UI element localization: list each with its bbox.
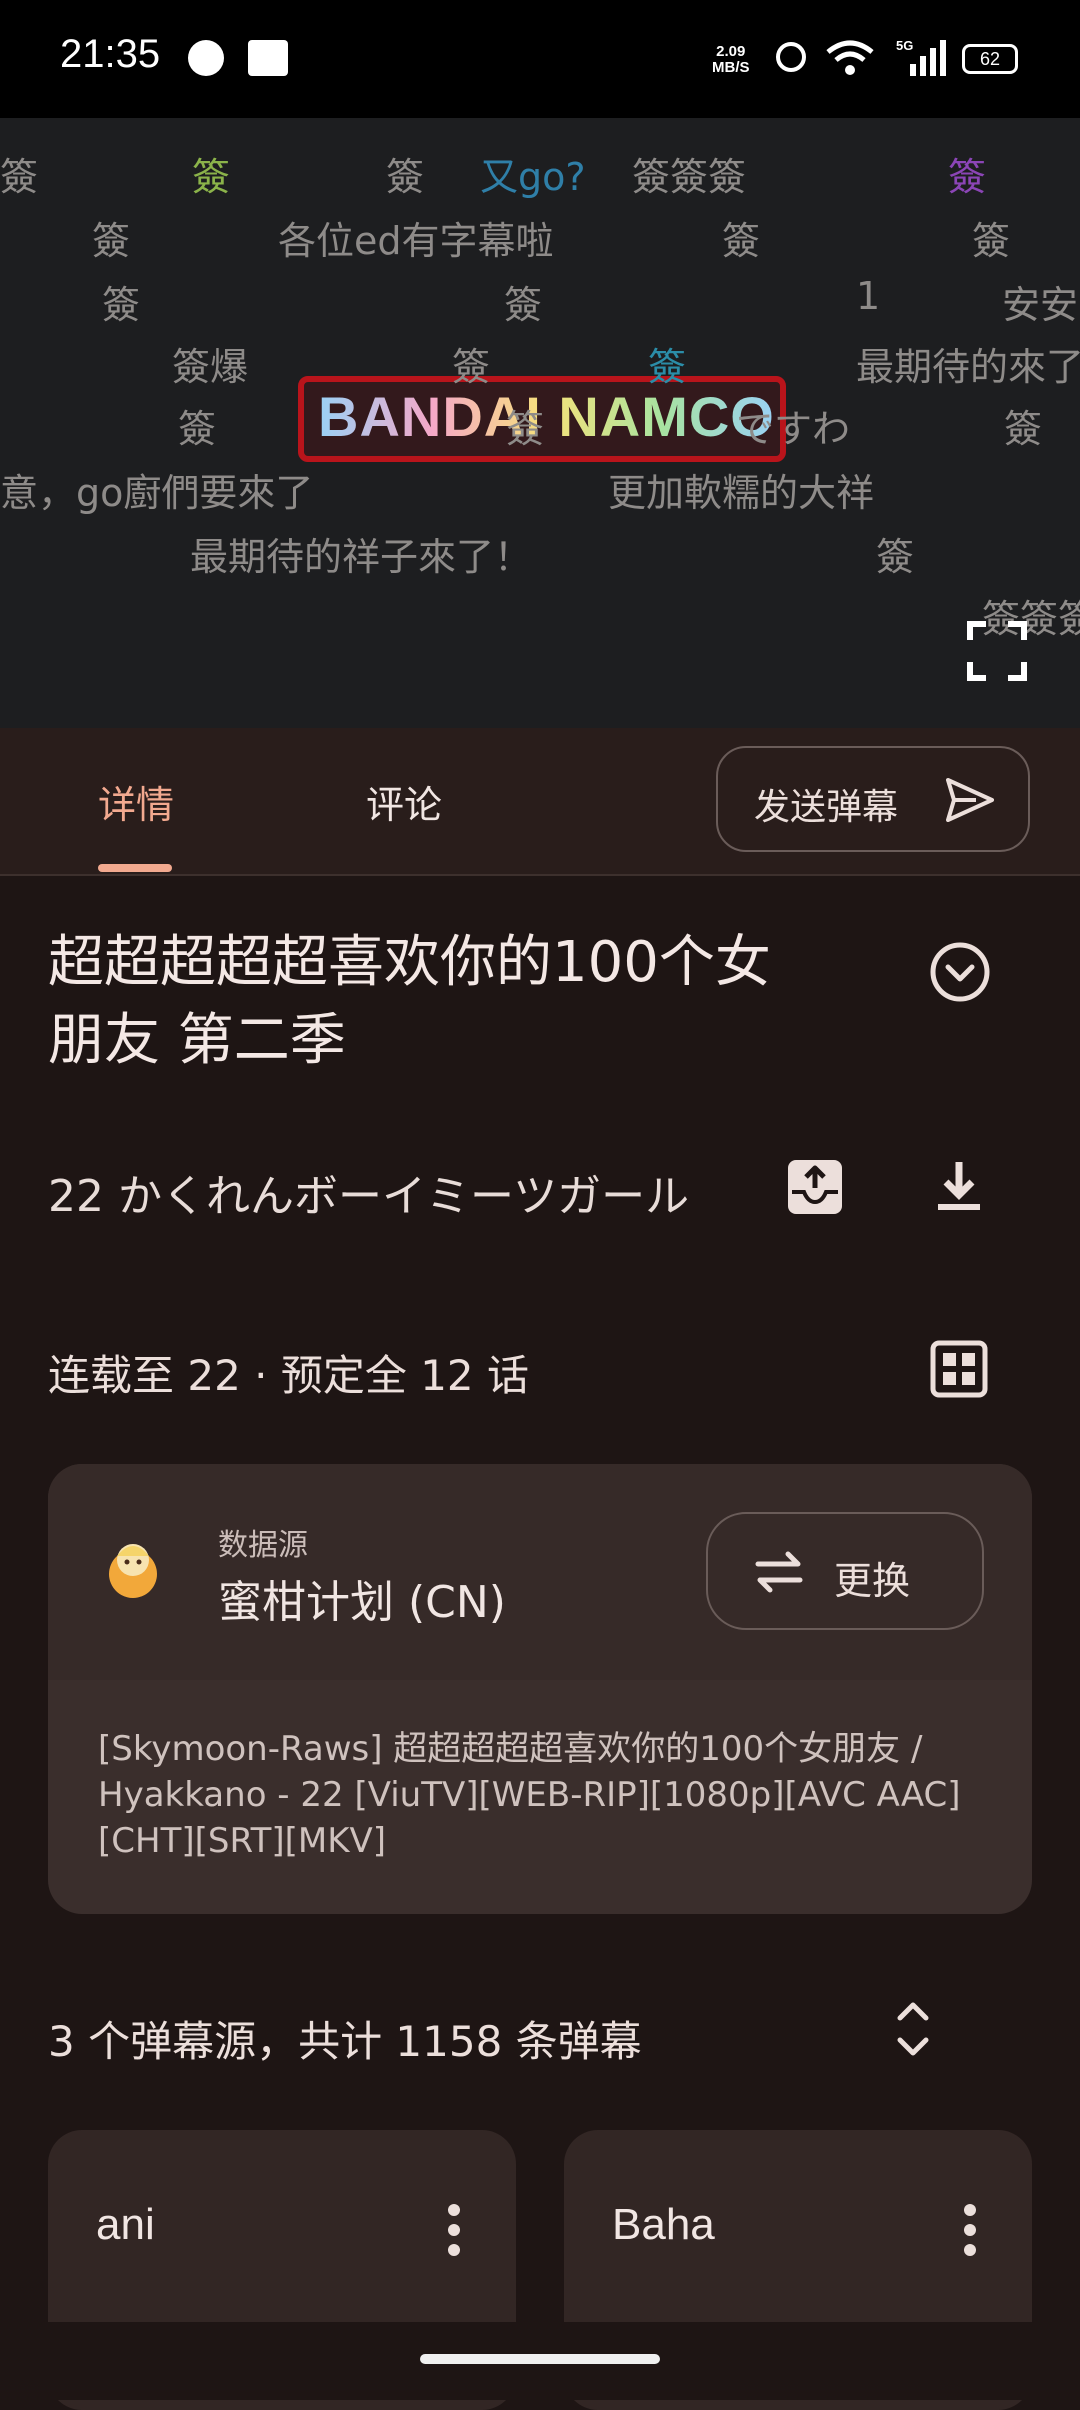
network-type: 5G: [896, 38, 913, 53]
danmaku-comment: 簽: [386, 155, 425, 199]
share-upload-icon[interactable]: [786, 1158, 844, 1216]
danmaku-comment: 安安: [1002, 283, 1079, 327]
net-speed: 2.09 MB/S: [712, 44, 750, 76]
anime-title: 超超超超超喜欢你的100个女朋友 第二季: [48, 930, 771, 1073]
change-source-button[interactable]: 更换: [706, 1512, 984, 1630]
tab-comments[interactable]: 评论: [366, 774, 442, 829]
tab-details[interactable]: 详情: [98, 774, 174, 829]
fullscreen-icon[interactable]: [966, 620, 1028, 682]
send-danmaku-label: 发送弹幕: [754, 787, 899, 828]
swap-icon: [755, 1551, 803, 1593]
release-filename: [Skymoon-Raws] 超超超超超喜欢你的100个女朋友 / Hyakka…: [98, 1729, 961, 1861]
bandai-namco-logo: BANDAI NAMCO: [318, 385, 775, 448]
danmaku-comment: 簽簽簽: [632, 155, 747, 199]
danmaku-comment: 簽: [92, 219, 131, 263]
danmaku-comment: 簽: [506, 407, 545, 451]
net-speed-value: 2.09: [716, 43, 746, 60]
danmaku-comment: 最期待的來了: [856, 345, 1080, 389]
episode-title: 22 かくれんボーイミーツガール: [48, 1171, 690, 1222]
download-icon[interactable]: [930, 1158, 988, 1216]
danmaku-comment: ですわ: [736, 407, 851, 451]
battery-indicator: 62: [962, 44, 1018, 74]
expand-collapse-icon[interactable]: [888, 1996, 938, 2062]
data-source-label: 数据源: [218, 1528, 308, 1563]
danmaku-comment: 最期待的祥子來了！: [190, 535, 533, 579]
danmaku-comment: 各位ed有字幕啦: [278, 219, 554, 263]
video-player[interactable]: BANDAI NAMCO 簽 簽 簽 又go? 簽簽簽 簽 簽 各位ed有字幕啦…: [0, 118, 1080, 728]
danmaku-comment: 簽: [972, 219, 1011, 263]
active-tab-indicator: [98, 864, 172, 872]
status-time: 21:35: [60, 32, 161, 76]
change-source-label: 更换: [834, 1559, 911, 1603]
more-options-icon[interactable]: [444, 2202, 464, 2258]
serialization-status: 连载至 22 · 预定全 12 话: [48, 1351, 529, 1400]
episode-grid-icon[interactable]: [930, 1340, 988, 1398]
danmaku-comment: 簽: [1004, 407, 1043, 451]
send-icon: [946, 778, 994, 822]
cellular-signal-icon: 5G: [896, 38, 946, 76]
danmaku-comment: 簽: [452, 345, 491, 389]
net-speed-unit: MB/S: [712, 59, 750, 76]
danmaku-source-name: ani: [96, 2200, 155, 2249]
expand-chevron-icon[interactable]: [928, 940, 992, 1004]
danmaku-comment: 簽: [948, 155, 987, 199]
danmaku-comment: 簽: [0, 155, 39, 199]
danmaku-comment: 簽: [876, 535, 915, 579]
danmaku-comment: 又go?: [480, 155, 586, 199]
data-source-card: 数据源 蜜柑计划 (CN) 更换 [Skymoon-Raws] 超超超超超喜欢你…: [48, 1464, 1032, 1914]
danmaku-comment: 1: [856, 274, 881, 318]
danmaku-summary: 3 个弹幕源，共计 1158 条弹幕: [48, 2017, 642, 2066]
more-options-icon[interactable]: [960, 2202, 980, 2258]
gallery-notification-icon: [248, 40, 288, 76]
danmaku-comment: 簽: [102, 283, 141, 327]
danmaku-comment: 簽: [648, 345, 687, 389]
danmaku-comment: 更加軟糯的大祥: [608, 471, 875, 515]
send-danmaku-button[interactable]: 发送弹幕: [716, 746, 1030, 852]
data-source-name: 蜜柑计划 (CN): [218, 1577, 506, 1628]
danmaku-source-name: Baha: [612, 2200, 715, 2249]
tab-bar: 详情 评论 发送弹幕: [0, 728, 1080, 876]
alarm-icon: [776, 42, 806, 72]
danmaku-comment: 簽: [722, 219, 761, 263]
chat-notification-icon: [188, 40, 224, 76]
mikan-mascot-icon: [109, 1544, 157, 1598]
danmaku-comment: 意，go廚們要來了: [0, 471, 314, 515]
danmaku-comment: 簽: [504, 283, 543, 327]
home-gesture-bar[interactable]: [420, 2354, 660, 2364]
danmaku-comment: 簽: [178, 407, 217, 451]
danmaku-comment: 簽: [192, 155, 231, 199]
status-bar: 21:35 2.09 MB/S 5G 62: [0, 0, 1080, 118]
danmaku-comment: 簽爆: [172, 345, 249, 389]
wifi-icon: [826, 40, 874, 75]
